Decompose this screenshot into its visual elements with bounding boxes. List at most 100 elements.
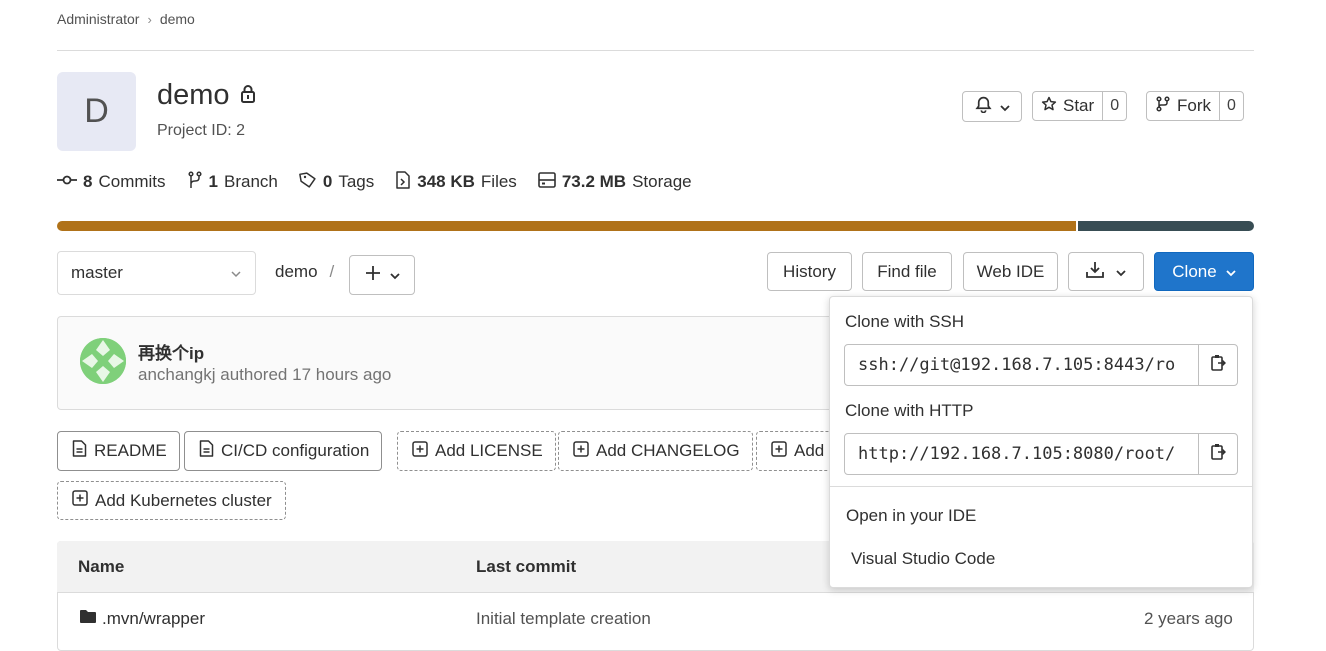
- lock-icon: [240, 79, 256, 112]
- storage-icon: [538, 171, 556, 193]
- chevron-down-icon: [231, 263, 241, 283]
- star-button[interactable]: Star: [1033, 92, 1102, 120]
- branch-icon: [187, 170, 203, 194]
- clone-http-label: Clone with HTTP: [845, 401, 974, 420]
- commit-title[interactable]: 再换个ip: [138, 339, 204, 364]
- breadcrumb-separator: ›: [147, 11, 152, 27]
- copy-http-url-button[interactable]: [1198, 433, 1238, 475]
- stat-storage[interactable]: 73.2 MB Storage: [538, 171, 692, 193]
- star-count[interactable]: 0: [1102, 92, 1126, 120]
- path-root-link[interactable]: demo: [275, 262, 318, 282]
- copy-icon: [1210, 443, 1226, 466]
- add-to-tree-button[interactable]: [349, 255, 415, 295]
- chevron-down-icon: [999, 97, 1010, 117]
- plus-square-icon: [573, 440, 589, 462]
- stat-tags[interactable]: 0 Tags: [299, 171, 374, 194]
- star-label: Star: [1063, 96, 1095, 115]
- readme-button[interactable]: README: [57, 431, 180, 471]
- language-segment-primary[interactable]: [57, 221, 1077, 231]
- header-divider: [57, 50, 1254, 51]
- stat-value: 0: [322, 172, 333, 191]
- history-button[interactable]: History: [767, 252, 852, 291]
- star-icon: [1041, 96, 1057, 117]
- clone-ssh-label: Clone with SSH: [845, 312, 965, 331]
- project-avatar: D: [57, 72, 136, 151]
- add-partial-label: Add: [794, 441, 825, 460]
- folder-icon: [79, 609, 97, 629]
- web-ide-button[interactable]: Web IDE: [963, 252, 1058, 291]
- branch-selector[interactable]: master: [57, 251, 256, 295]
- cicd-label: CI/CD configuration: [221, 441, 370, 460]
- commit-time: 17 hours ago: [292, 365, 392, 384]
- stat-value: 8: [83, 172, 93, 191]
- commit-icon: [57, 172, 77, 192]
- stat-value: 348 KB: [417, 172, 475, 191]
- clone-label: Clone: [1172, 261, 1217, 281]
- repository-path: demo /: [275, 262, 334, 282]
- file-icon: [395, 170, 411, 194]
- stat-label: Commits: [98, 172, 166, 191]
- notification-button[interactable]: [962, 91, 1022, 122]
- stat-label: Storage: [632, 172, 692, 191]
- author-avatar[interactable]: [80, 338, 126, 384]
- add-k8s-label: Add Kubernetes cluster: [95, 490, 272, 510]
- repository-language-bar[interactable]: [57, 221, 1254, 231]
- fork-count[interactable]: 0: [1219, 92, 1243, 120]
- add-changelog-button[interactable]: Add CHANGELOG: [558, 431, 753, 471]
- dropdown-divider: [830, 486, 1252, 487]
- clone-ssh-url-input[interactable]: ssh://git@192.168.7.105:8443/ro: [844, 344, 1199, 386]
- copy-icon: [1210, 354, 1226, 377]
- column-header-name: Name: [78, 557, 125, 576]
- clone-dropdown: Clone with SSH ssh://git@192.168.7.105:8…: [829, 296, 1253, 588]
- commit-verb: authored: [220, 365, 288, 384]
- breadcrumb-current[interactable]: demo: [160, 11, 195, 27]
- fork-icon: [1155, 95, 1171, 117]
- fork-label: Fork: [1177, 96, 1211, 115]
- cicd-configuration-button[interactable]: CI/CD configuration: [184, 431, 383, 471]
- commit-meta: anchangkj authored 17 hours ago: [138, 365, 391, 385]
- copy-ssh-url-button[interactable]: [1198, 344, 1238, 386]
- row-commit-time: 2 years ago: [1144, 609, 1233, 628]
- column-header-last-commit: Last commit: [476, 557, 577, 576]
- stat-label: Tags: [338, 172, 375, 191]
- stat-value: 1: [208, 172, 218, 191]
- row-commit-message[interactable]: Initial template creation: [476, 609, 651, 629]
- open-in-ide-header: Open in your IDE: [846, 506, 977, 525]
- bell-icon: [974, 96, 992, 118]
- file-name[interactable]: .mvn/wrapper: [102, 609, 205, 629]
- find-file-button[interactable]: Find file: [862, 252, 952, 291]
- language-segment-secondary[interactable]: [1076, 221, 1254, 231]
- fork-button[interactable]: Fork: [1147, 92, 1219, 120]
- ide-option-vscode[interactable]: Visual Studio Code: [851, 549, 995, 569]
- readme-label: README: [94, 441, 167, 460]
- add-license-button[interactable]: Add LICENSE: [397, 431, 556, 471]
- fork-button-group: Fork 0: [1146, 91, 1244, 121]
- chevron-down-icon: [1226, 262, 1236, 282]
- clone-button[interactable]: Clone: [1154, 252, 1254, 291]
- project-name: demo: [157, 79, 230, 111]
- branch-name: master: [71, 263, 123, 282]
- breadcrumb-parent[interactable]: Administrator: [57, 11, 139, 27]
- download-button[interactable]: [1068, 252, 1144, 291]
- stat-value: 73.2 MB: [561, 172, 627, 191]
- star-button-group: Star 0: [1032, 91, 1128, 121]
- plus-square-icon: [412, 440, 428, 462]
- stat-label: Branch: [224, 172, 278, 191]
- chevron-down-icon: [1116, 262, 1126, 282]
- stat-commits[interactable]: 8 Commits: [57, 172, 166, 192]
- add-changelog-label: Add CHANGELOG: [596, 441, 740, 460]
- project-title: demo: [157, 79, 256, 112]
- plus-square-icon: [771, 440, 787, 462]
- stat-branches[interactable]: 1 Branch: [187, 170, 278, 194]
- tag-icon: [299, 171, 317, 194]
- file-text-icon: [72, 440, 87, 462]
- path-separator: /: [329, 262, 335, 281]
- table-row[interactable]: .mvn/wrapper Initial template creation 2…: [57, 594, 1254, 634]
- add-kubernetes-cluster-button[interactable]: Add Kubernetes cluster: [57, 481, 286, 520]
- commit-author[interactable]: anchangkj: [138, 365, 216, 384]
- clone-http-url-input[interactable]: http://192.168.7.105:8080/root/: [844, 433, 1199, 475]
- project-stats: 8 Commits 1 Branch 0 Tags 348 KB Files 7…: [57, 170, 713, 194]
- stat-files[interactable]: 348 KB Files: [395, 170, 517, 194]
- project-id: Project ID: 2: [157, 122, 246, 139]
- add-license-label: Add LICENSE: [435, 441, 543, 460]
